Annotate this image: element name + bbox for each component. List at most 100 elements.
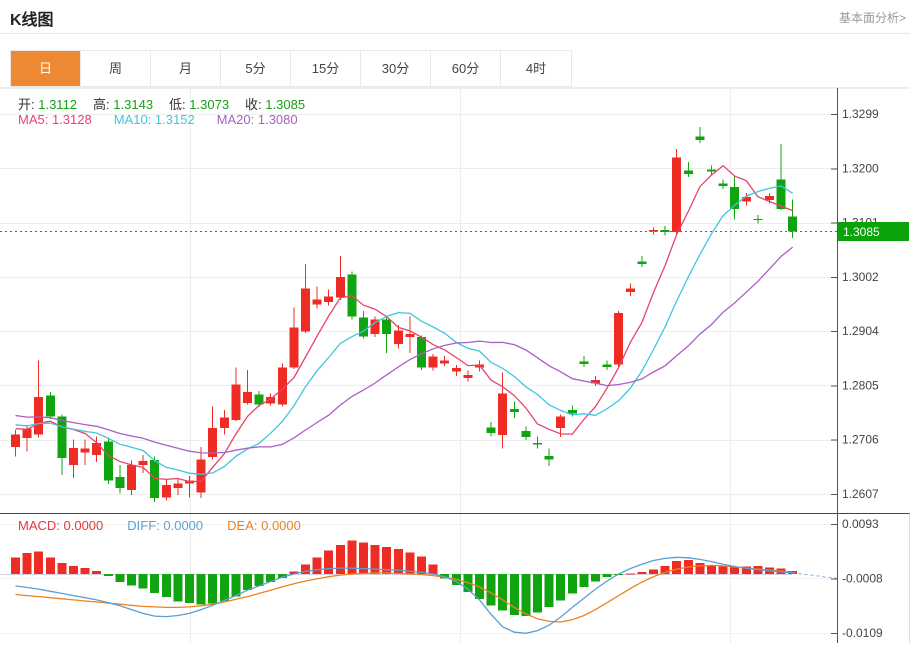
- ma-1-label: MA10:: [114, 112, 152, 127]
- candle-body-up: [81, 448, 90, 452]
- macd-hist-bar-up: [46, 557, 55, 574]
- macd-hist-bar-down: [173, 574, 182, 601]
- ohlc-0: 开: 1.3112: [18, 97, 93, 112]
- ma-2-value: 1.3080: [254, 112, 297, 127]
- candle-body-down: [521, 431, 530, 437]
- macd-hist-bar-up: [92, 571, 101, 574]
- candle-body-down: [684, 171, 693, 174]
- macd-0-value: 0.0000: [60, 518, 103, 533]
- macd-hist-bar-down: [197, 574, 206, 605]
- macd-hist-bar-up: [649, 570, 658, 574]
- candle-body-up: [197, 459, 206, 492]
- ohlc-3: 收: 1.3085: [245, 97, 321, 112]
- macd-hist-bar-down: [568, 574, 577, 593]
- candle-body-up: [92, 443, 101, 455]
- macd-hist-bar-down: [243, 574, 252, 590]
- candle-body-up: [34, 397, 43, 435]
- macd-hist-bar-up: [637, 572, 646, 574]
- macd-axis-label: -0.0008: [842, 571, 883, 585]
- macd-hist-bar-up: [336, 545, 345, 574]
- macd-hist-bar-down: [139, 574, 148, 589]
- ohlc-2-label: 低:: [169, 97, 186, 112]
- ohlc-0-label: 开:: [18, 97, 35, 112]
- macd-hist-bar-up: [34, 551, 43, 574]
- candle-body-down: [719, 184, 728, 186]
- ohlc-1: 高: 1.3143: [93, 97, 169, 112]
- macd-hist-bar-up: [626, 573, 635, 574]
- macd-1: DIFF: 0.0000: [127, 518, 203, 533]
- candle-body-down: [695, 137, 704, 140]
- candle-body-down: [545, 456, 554, 459]
- ma-1-value: 1.3152: [151, 112, 194, 127]
- macd-0: MACD: 0.0000: [18, 518, 103, 533]
- ma-0: MA5: 1.3128: [18, 112, 92, 127]
- candle-body-up: [452, 368, 461, 371]
- candle-body-down: [753, 219, 762, 220]
- ohlc-0-value: 1.3112: [35, 97, 77, 112]
- macd-hist-bar-down: [498, 574, 507, 611]
- macd-hist-bar-up: [23, 553, 32, 574]
- macd-1-label: DIFF:: [127, 518, 160, 533]
- candle-body-up: [173, 484, 182, 488]
- candle-body-up: [626, 289, 635, 292]
- macd-hist-bar-up: [719, 566, 728, 574]
- macd-hist-bar-down: [185, 574, 194, 603]
- macd-hist-bar-down: [104, 574, 113, 576]
- macd-2-label: DEA:: [227, 518, 257, 533]
- macd-hist-bar-up: [81, 568, 90, 574]
- price-axis-label: 1.3299: [842, 107, 879, 121]
- ma-1: MA10: 1.3152: [114, 112, 195, 127]
- price-axis-label: 1.2805: [842, 378, 879, 392]
- candle-body-up: [243, 392, 252, 403]
- candle-body-up: [127, 465, 136, 490]
- price-axis-label: 1.3200: [842, 161, 879, 175]
- ohlc-3-value: 1.3085: [262, 97, 305, 112]
- candle-body-up: [614, 313, 623, 365]
- candle-body-down: [637, 262, 646, 264]
- macd-hist-bar-down: [591, 574, 600, 582]
- ohlc-1-value: 1.3143: [110, 97, 153, 112]
- candle-body-down: [788, 217, 797, 232]
- candle-body-up: [301, 289, 310, 332]
- macd-hist-bar-down: [533, 574, 542, 612]
- candle-body-down: [382, 319, 391, 334]
- diff-dashed-extension: [793, 573, 837, 578]
- candle-body-up: [498, 394, 507, 436]
- candle-body-down: [104, 441, 113, 480]
- candle-body-up: [649, 230, 658, 232]
- candle-body-down: [57, 417, 66, 458]
- candle-body-up: [463, 375, 472, 378]
- macd-hist-bar-down: [603, 574, 612, 577]
- price-axis-label: 1.2706: [842, 433, 879, 447]
- macd-hist-bar-down: [220, 574, 229, 601]
- macd-hist-bar-up: [347, 541, 356, 574]
- candle-body-down: [359, 318, 368, 337]
- price-axis-label: 1.2607: [842, 487, 879, 501]
- macd-hist-bar-up: [707, 565, 716, 574]
- candle-body-up: [313, 300, 322, 305]
- candle-body-down: [487, 428, 496, 433]
- candle-body-down: [115, 477, 124, 488]
- macd-hist-bar-down: [150, 574, 159, 593]
- candle-body-down: [46, 396, 55, 417]
- candle-body-up: [394, 330, 403, 344]
- ma-2: MA20: 1.3080: [217, 112, 298, 127]
- macd-hist-bar-down: [162, 574, 171, 597]
- candle-body-up: [11, 435, 20, 447]
- ma-0-label: MA5:: [18, 112, 48, 127]
- candle-body-up: [429, 357, 438, 368]
- macd-hist-bar-up: [313, 557, 322, 574]
- macd-hist-bar-up: [69, 566, 78, 574]
- candle-body-down: [533, 443, 542, 445]
- macd-2: DEA: 0.0000: [227, 518, 301, 533]
- price-axis-label: 1.2904: [842, 324, 879, 338]
- macd-2-value: 0.0000: [257, 518, 300, 533]
- candle-body-up: [231, 385, 240, 420]
- ohlc-3-label: 收:: [245, 97, 262, 112]
- macd-axis-label: 0.0093: [842, 517, 879, 531]
- candle-body-down: [707, 169, 716, 171]
- candle-body-up: [220, 418, 229, 428]
- macd-hist-bar-down: [556, 574, 565, 600]
- candle-body-up: [139, 461, 148, 465]
- macd-hist-bar-down: [231, 574, 240, 597]
